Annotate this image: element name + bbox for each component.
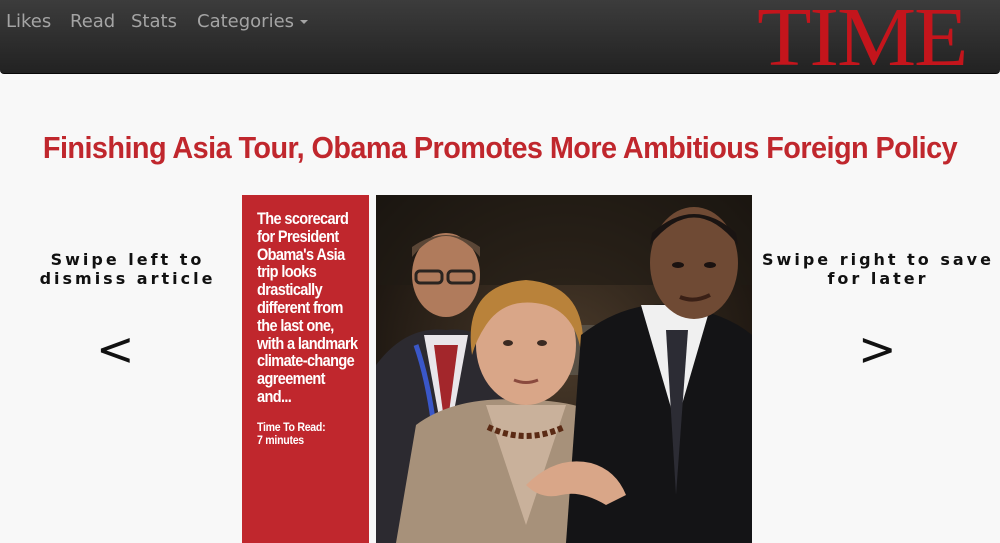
article-headline[interactable]: Finishing Asia Tour, Obama Promotes More… (35, 128, 965, 168)
article-photo-illustration (376, 195, 752, 543)
save-arrow-button[interactable]: > (858, 322, 897, 376)
nav-item-stats[interactable]: Stats (131, 12, 177, 32)
caret-down-icon (300, 20, 309, 24)
swipe-left-hint: Swipe left to dismiss article (39, 250, 216, 288)
article-summary: The scorecard for President Obama's Asia… (257, 210, 358, 406)
article-summary-panel[interactable]: The scorecard for President Obama's Asia… (242, 195, 369, 543)
dismiss-arrow-button[interactable]: < (96, 322, 135, 376)
nav-item-read[interactable]: Read (70, 12, 115, 32)
article-photo[interactable] (376, 195, 752, 543)
nav-item-categories[interactable]: Categories (197, 12, 309, 32)
time-logo[interactable]: TIME (757, 0, 968, 80)
top-navbar: Likes Read Stats Categories TIME (0, 0, 1000, 80)
nav-item-likes[interactable]: Likes (6, 12, 51, 32)
read-time: Time To Read: 7 minutes (257, 420, 345, 447)
swipe-right-hint: Swipe right to save for later (762, 250, 994, 288)
read-time-value: 7 minutes (257, 432, 304, 447)
